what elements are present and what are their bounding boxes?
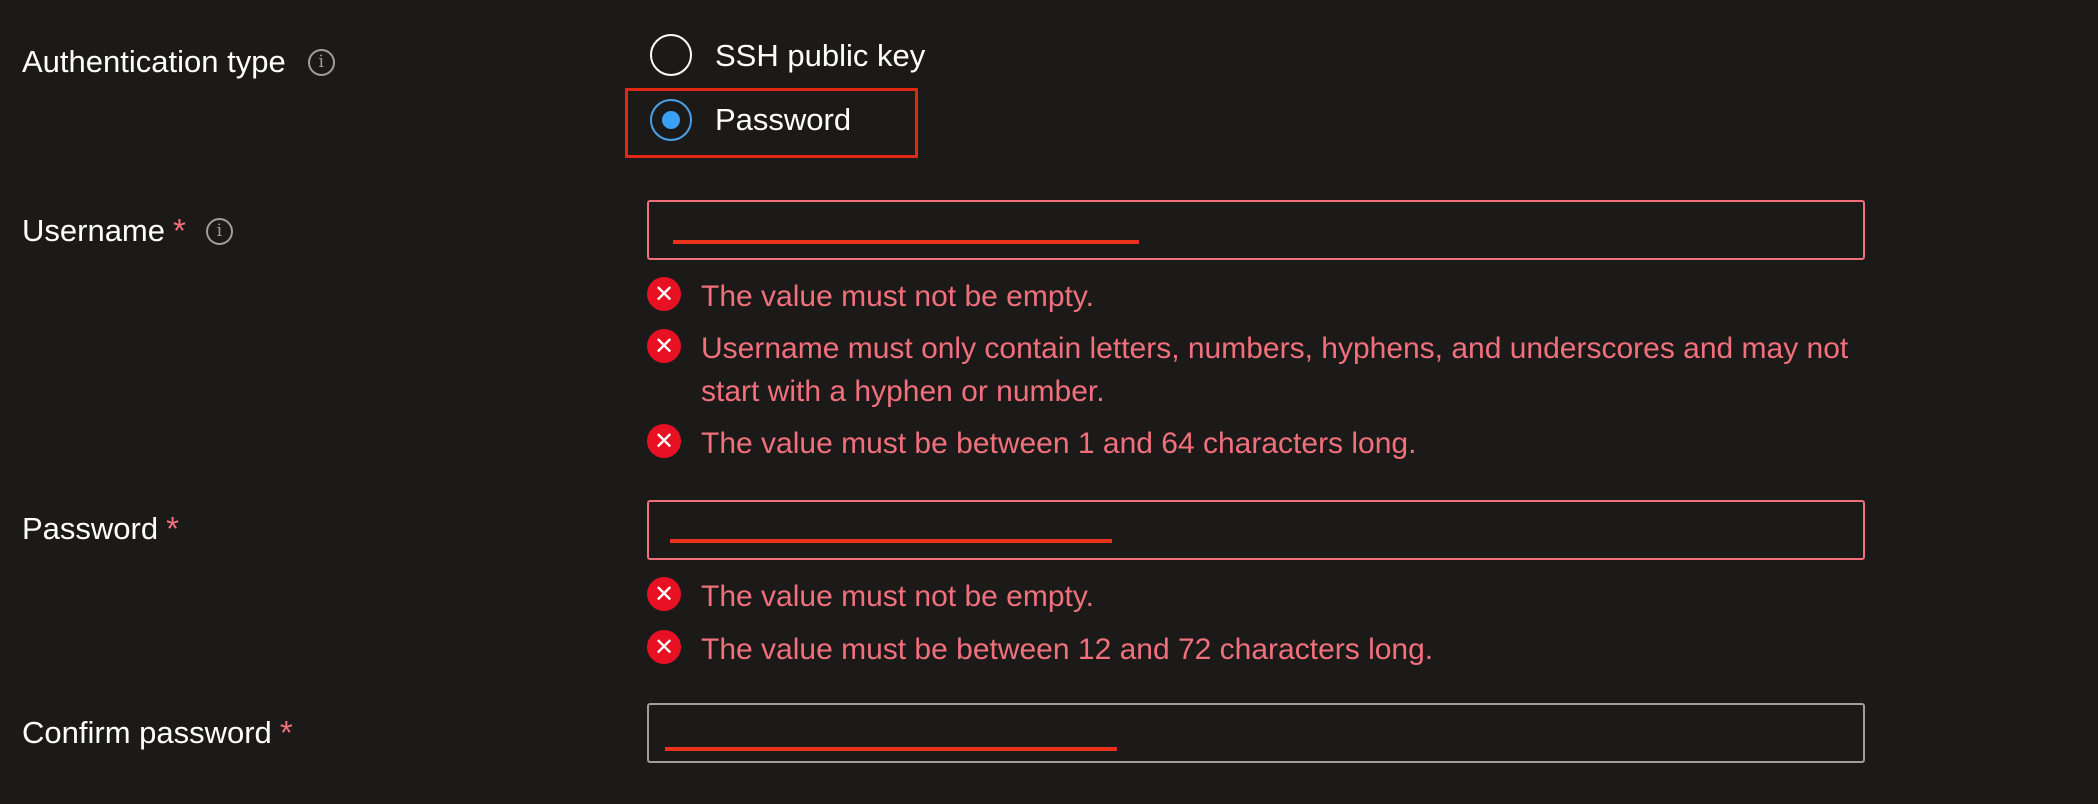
redaction-line	[665, 747, 1117, 751]
confirm-password-label-text: Confirm password	[22, 715, 272, 750]
radio-ssh-public-key-label[interactable]: SSH public key	[715, 38, 925, 74]
error-circle-icon: ✕	[647, 329, 681, 363]
confirm-password-label: Confirm password *	[22, 714, 293, 752]
username-label: Username * i	[22, 212, 233, 250]
password-error-1: ✕ The value must not be empty.	[647, 575, 1851, 618]
info-icon[interactable]: i	[205, 217, 233, 245]
username-error-3: ✕ The value must be between 1 and 64 cha…	[647, 422, 1851, 465]
password-label: Password *	[22, 510, 179, 548]
required-marker: *	[279, 714, 293, 751]
password-error-2: ✕ The value must be between 12 and 72 ch…	[647, 628, 1851, 671]
confirm-password-input[interactable]	[647, 703, 1865, 763]
username-error-1: ✕ The value must not be empty.	[647, 275, 1851, 318]
username-error-2: ✕ Username must only contain letters, nu…	[647, 327, 1851, 413]
password-label-text: Password	[22, 511, 159, 546]
error-circle-icon: ✕	[647, 424, 681, 458]
username-label-text: Username	[22, 213, 165, 248]
username-error-text: Username must only contain letters, numb…	[701, 332, 1849, 408]
password-error-text: The value must be between 12 and 72 char…	[701, 633, 1434, 666]
required-marker: *	[173, 212, 186, 249]
error-circle-icon: ✕	[647, 577, 681, 611]
username-error-text: The value must be between 1 and 64 chara…	[701, 427, 1417, 460]
info-icon[interactable]: i	[307, 48, 335, 76]
radio-password[interactable]	[650, 99, 692, 141]
password-input[interactable]	[647, 500, 1865, 560]
password-error-text: The value must not be empty.	[701, 580, 1094, 613]
required-marker: *	[166, 510, 179, 547]
redaction-line	[670, 539, 1112, 543]
redaction-line	[673, 240, 1139, 244]
auth-type-label: Authentication type i	[22, 44, 335, 80]
error-circle-icon: ✕	[647, 277, 681, 311]
radio-password-label[interactable]: Password	[715, 102, 851, 138]
username-error-text: The value must not be empty.	[701, 280, 1094, 313]
radio-ssh-public-key[interactable]	[650, 34, 692, 76]
auth-type-label-text: Authentication type	[22, 44, 286, 79]
username-input[interactable]	[647, 200, 1865, 260]
error-circle-icon: ✕	[647, 630, 681, 664]
